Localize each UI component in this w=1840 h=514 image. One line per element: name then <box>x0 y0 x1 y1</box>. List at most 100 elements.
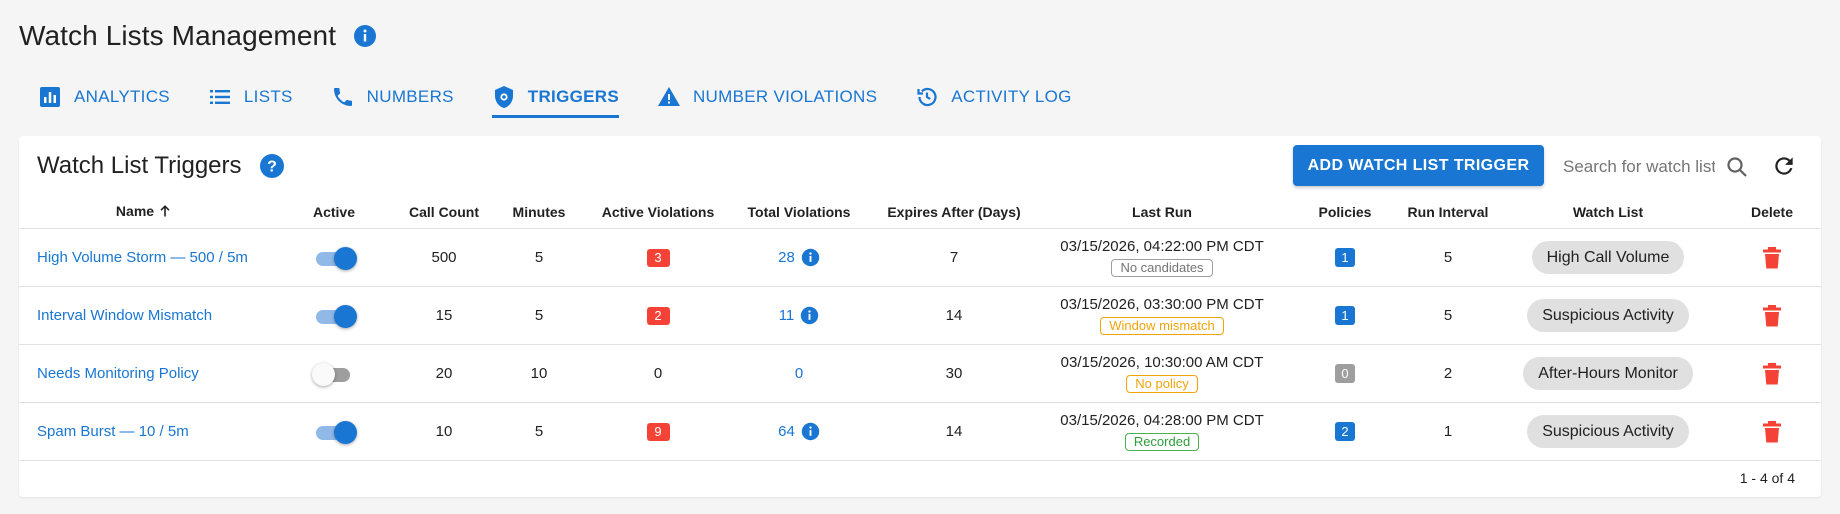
add-watch-list-trigger-button[interactable]: ADD WATCH LIST TRIGGER <box>1293 145 1544 186</box>
policies-cell: 2 <box>1287 402 1403 461</box>
total-violations-link[interactable]: 0 <box>795 365 803 382</box>
info-icon[interactable] <box>801 422 820 441</box>
active-violations-cell: 3 <box>589 228 727 287</box>
help-icon[interactable]: ? <box>259 153 285 179</box>
delete-cell <box>1723 344 1821 403</box>
trash-icon[interactable] <box>1761 304 1783 328</box>
watch-list-chip[interactable]: High Call Volume <box>1531 241 1685 274</box>
triggers-table: Name Active Call Count Minutes Active Vi… <box>19 196 1821 461</box>
tab-bar: ANALYTICS LISTS NUMBERS TRIGGERS NUMBER … <box>38 80 1110 118</box>
delete-cell <box>1723 402 1821 461</box>
last-run-status-chip: Recorded <box>1124 433 1200 451</box>
total-violations-cell: 0 <box>727 344 871 403</box>
total-violations-link[interactable]: 64 <box>778 423 795 440</box>
last-run-status-chip: No candidates <box>1111 259 1213 277</box>
tab-label: NUMBER VIOLATIONS <box>692 87 878 106</box>
column-header-total-violations: Total Violations <box>727 196 871 229</box>
last-run-cell: 03/15/2026, 04:22:00 PM CDT No candidates <box>1037 228 1287 287</box>
active-toggle[interactable] <box>312 419 357 445</box>
column-header-run-interval: Run Interval <box>1403 196 1493 229</box>
run-interval-cell: 5 <box>1403 228 1493 287</box>
active-violations-cell: 0 <box>589 344 727 403</box>
last-run-date: 03/15/2026, 10:30:00 AM CDT <box>1060 354 1264 371</box>
info-icon[interactable] <box>800 306 819 325</box>
last-run-status-chip: Window mismatch <box>1100 317 1224 335</box>
info-icon[interactable] <box>801 248 820 267</box>
tab-lists[interactable]: LISTS <box>208 80 293 114</box>
active-toggle[interactable] <box>312 303 357 329</box>
svg-text:?: ? <box>267 159 277 176</box>
watch-list-cell: High Call Volume <box>1493 228 1723 287</box>
info-icon[interactable] <box>353 24 377 48</box>
trigger-name-link[interactable]: Needs Monitoring Policy <box>37 365 199 382</box>
card-title: Watch List Triggers <box>37 152 242 179</box>
active-cell <box>269 402 399 461</box>
table-row: Interval Window Mismatch 15 5 2 11 14 03… <box>19 286 1821 345</box>
expires-after-cell: 14 <box>871 286 1037 345</box>
total-violations-link[interactable]: 11 <box>779 307 795 324</box>
run-interval-cell: 5 <box>1403 286 1493 345</box>
call-count-cell: 20 <box>399 344 489 403</box>
trash-icon[interactable] <box>1761 420 1783 444</box>
watch-list-cell: After-Hours Monitor <box>1493 344 1723 403</box>
last-run-cell: 03/15/2026, 10:30:00 AM CDT No policy <box>1037 344 1287 403</box>
shield-icon <box>492 85 516 109</box>
trash-icon[interactable] <box>1761 362 1783 386</box>
total-violations-cell: 28 <box>727 228 871 287</box>
watch-list-chip[interactable]: After-Hours Monitor <box>1523 357 1693 390</box>
phone-icon <box>331 85 355 109</box>
total-violations-cell: 64 <box>727 402 871 461</box>
tab-numbers[interactable]: NUMBERS <box>331 80 454 114</box>
trash-icon[interactable] <box>1761 246 1783 270</box>
search-box <box>1543 150 1747 184</box>
trigger-name-link[interactable]: High Volume Storm — 500 / 5m <box>37 249 248 266</box>
tab-label: TRIGGERS <box>527 87 619 106</box>
active-violations-cell: 2 <box>589 286 727 345</box>
refresh-icon[interactable] <box>1771 153 1797 179</box>
active-cell <box>269 344 399 403</box>
active-violations-badge: 2 <box>646 306 670 325</box>
expires-after-cell: 7 <box>871 228 1037 287</box>
search-input[interactable] <box>1543 157 1715 177</box>
history-icon <box>915 85 939 109</box>
minutes-cell: 5 <box>489 286 589 345</box>
column-header-expires-after: Expires After (Days) <box>871 196 1037 229</box>
triggers-card: Watch List Triggers ? ADD WATCH LIST TRI… <box>19 136 1821 497</box>
expires-after-cell: 14 <box>871 402 1037 461</box>
table-row: Needs Monitoring Policy 20 10 0 0 30 03/… <box>19 344 1821 403</box>
trigger-name-cell: High Volume Storm — 500 / 5m <box>19 228 269 287</box>
last-run-cell: 03/15/2026, 03:30:00 PM CDT Window mismat… <box>1037 286 1287 345</box>
trigger-name-link[interactable]: Spam Burst — 10 / 5m <box>37 423 189 440</box>
tab-triggers[interactable]: TRIGGERS <box>491 80 620 118</box>
column-header-minutes: Minutes <box>489 196 589 229</box>
active-toggle[interactable] <box>312 361 356 387</box>
page-header: Watch Lists Management <box>19 20 377 52</box>
column-header-policies: Policies <box>1287 196 1403 229</box>
analytics-icon <box>38 85 62 109</box>
policies-cell: 1 <box>1287 228 1403 287</box>
total-violations-link[interactable]: 28 <box>778 249 795 266</box>
policies-badge: 2 <box>1335 422 1355 441</box>
page-title: Watch Lists Management <box>19 20 337 51</box>
watch-list-chip[interactable]: Suspicious Activity <box>1527 415 1689 448</box>
column-header-name[interactable]: Name <box>19 196 269 229</box>
active-violations-badge: 3 <box>646 248 670 267</box>
warning-icon <box>657 85 681 109</box>
active-toggle[interactable] <box>312 245 357 271</box>
search-icon[interactable] <box>1725 155 1749 179</box>
tab-activity-log[interactable]: ACTIVITY LOG <box>915 80 1071 114</box>
policies-cell: 0 <box>1287 344 1403 403</box>
tab-label: LISTS <box>243 87 293 106</box>
delete-cell <box>1723 286 1821 345</box>
active-violations-cell: 9 <box>589 402 727 461</box>
call-count-cell: 10 <box>399 402 489 461</box>
trigger-name-link[interactable]: Interval Window Mismatch <box>37 307 212 324</box>
trigger-name-cell: Needs Monitoring Policy <box>19 344 269 403</box>
delete-cell <box>1723 228 1821 287</box>
tab-analytics[interactable]: ANALYTICS <box>38 80 170 114</box>
watch-list-chip[interactable]: Suspicious Activity <box>1527 299 1689 332</box>
tab-number-violations[interactable]: NUMBER VIOLATIONS <box>657 80 877 114</box>
run-interval-cell: 1 <box>1403 402 1493 461</box>
card-header: Watch List Triggers ? <box>37 152 285 180</box>
active-violations-value: 0 <box>653 365 663 382</box>
